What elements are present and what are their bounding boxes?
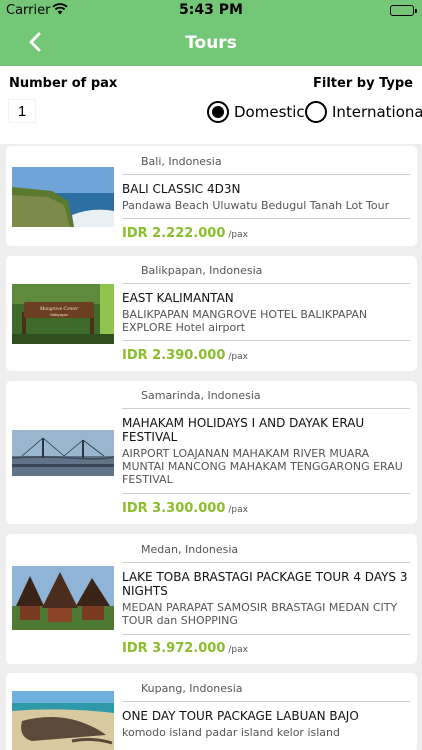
tour-image-bali: [12, 167, 114, 227]
status-bar: Carrier 5:43 PM: [0, 0, 422, 20]
tour-card[interactable]: Bali, Indonesia BALI CLASSIC 4D3N Pandaw…: [6, 146, 417, 246]
tour-image-balikpapan: Mangrove Center Balikpapan: [12, 284, 114, 344]
tour-name: MAHAKAM HOLIDAYS I AND DAYAK ERAU FESTIV…: [122, 416, 365, 444]
pax-label: Number of pax: [9, 76, 118, 91]
tour-name: EAST KALIMANTAN: [122, 291, 234, 305]
tour-image-kupang: [12, 691, 114, 750]
tour-location: Medan, Indonesia: [141, 543, 239, 556]
tour-location: Samarinda, Indonesia: [141, 389, 261, 402]
price-unit: /pax: [228, 645, 248, 655]
divider: [122, 408, 410, 409]
svg-text:Mangrove Center: Mangrove Center: [39, 306, 80, 312]
radio-international-label: International: [332, 103, 422, 121]
tour-name: ONE DAY TOUR PACKAGE LABUAN BAJO: [122, 709, 359, 723]
tour-card[interactable]: Mangrove Center Balikpapan Balikpapan, I…: [6, 256, 417, 371]
battery-icon: [390, 5, 417, 16]
radio-unselected-icon[interactable]: [305, 101, 327, 123]
tour-image-medan: [12, 566, 114, 630]
divider: [122, 340, 410, 341]
tour-description: MEDAN PARAPAT SAMOSIR BRASTAGI MEDAN CIT…: [122, 601, 398, 627]
divider: [122, 634, 410, 635]
tour-description: Pandawa Beach Uluwatu Bedugul Tanah Lot …: [122, 199, 390, 212]
tour-name: LAKE TOBA BRASTAGI PACKAGE TOUR 4 DAYS 3…: [122, 570, 408, 598]
tour-description: BALIKPAPAN MANGROVE HOTEL BALIKPAPAN EXP…: [122, 308, 368, 334]
tour-price: IDR 2.390.000/pax: [122, 348, 248, 363]
divider: [122, 174, 410, 175]
divider: [122, 493, 410, 494]
radio-international[interactable]: International: [305, 101, 422, 123]
filter-panel: Number of pax Filter by Type Domestic In…: [0, 66, 422, 144]
filter-type-label: Filter by Type: [313, 76, 413, 91]
radio-domestic-label: Domestic: [234, 103, 305, 121]
tour-name: BALI CLASSIC 4D3N: [122, 182, 241, 196]
divider: [122, 218, 410, 219]
svg-text:Balikpapan: Balikpapan: [50, 313, 67, 317]
tour-price: IDR 2.222.000/pax: [122, 226, 248, 241]
tour-image-samarinda: [12, 430, 114, 476]
divider: [122, 701, 410, 702]
tour-description: AIRPORT LOAJANAN MAHAKAM RIVER MUARA MUN…: [122, 447, 403, 486]
radio-domestic[interactable]: Domestic: [207, 101, 305, 123]
tour-location: Bali, Indonesia: [141, 155, 222, 168]
price-unit: /pax: [228, 230, 248, 240]
tour-price: IDR 3.300.000/pax: [122, 501, 248, 516]
page-title: Tours: [185, 33, 237, 53]
tour-price: IDR 3.972.000/pax: [122, 641, 248, 656]
nav-bar: Tours: [0, 20, 422, 66]
clock: 5:43 PM: [179, 2, 243, 18]
price-unit: /pax: [228, 505, 248, 515]
divider: [122, 562, 410, 563]
tour-card[interactable]: Medan, Indonesia LAKE TOBA BRASTAGI PACK…: [6, 534, 417, 664]
tour-card[interactable]: Kupang, Indonesia ONE DAY TOUR PACKAGE L…: [6, 673, 417, 750]
tour-location: Kupang, Indonesia: [141, 682, 243, 695]
price-unit: /pax: [228, 352, 248, 362]
tour-description: komodo island padar island kelor island: [122, 726, 340, 739]
divider: [122, 283, 410, 284]
radio-selected-icon[interactable]: [207, 101, 229, 123]
tour-location: Balikpapan, Indonesia: [141, 264, 263, 277]
tour-card[interactable]: Samarinda, Indonesia MAHAKAM HOLIDAYS I …: [6, 381, 417, 524]
pax-input[interactable]: [9, 100, 35, 122]
